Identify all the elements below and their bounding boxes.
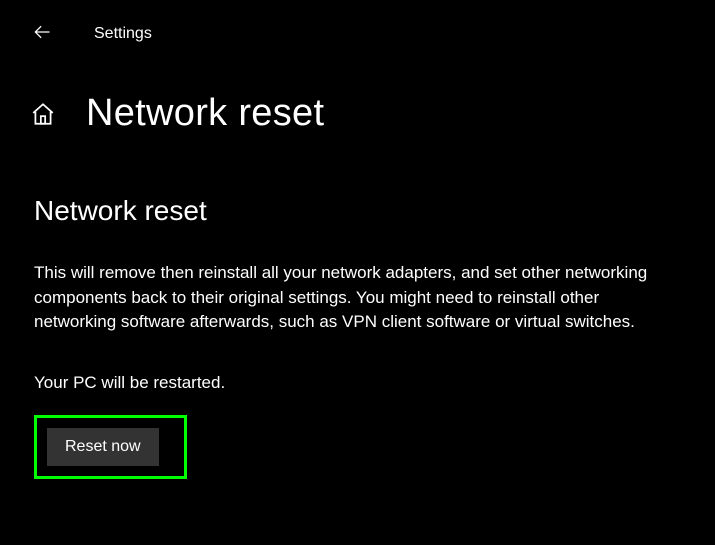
reset-now-button[interactable]: Reset now: [47, 428, 159, 466]
page-title: Network reset: [86, 92, 324, 135]
page-title-row: Network reset: [0, 50, 715, 135]
header-bar: Settings: [0, 0, 715, 50]
back-arrow-icon: [32, 22, 52, 47]
restart-note: Your PC will be restarted.: [34, 373, 681, 393]
description-text: This will remove then reinstall all your…: [34, 261, 674, 335]
home-icon[interactable]: [28, 99, 58, 129]
content-area: Network reset This will remove then rein…: [0, 195, 715, 479]
header-title: Settings: [94, 25, 152, 43]
highlight-box: Reset now: [34, 415, 187, 479]
section-heading: Network reset: [34, 195, 681, 227]
back-button[interactable]: [28, 20, 56, 48]
